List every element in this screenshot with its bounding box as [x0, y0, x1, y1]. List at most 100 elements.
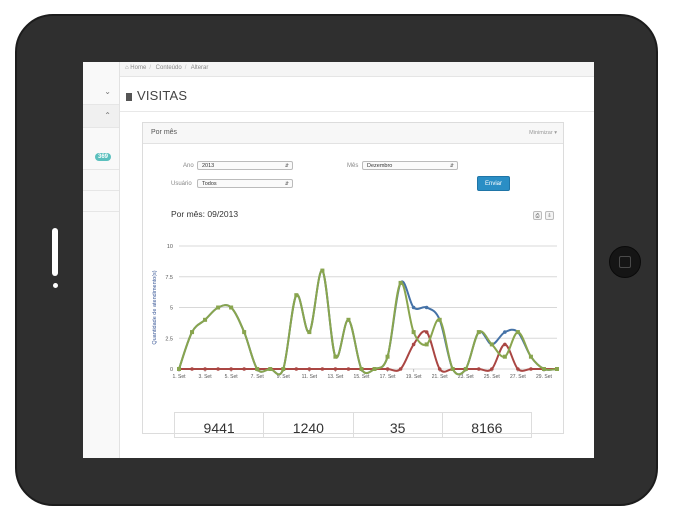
y-tick-label: 5 — [170, 306, 173, 312]
data-point — [489, 342, 494, 347]
data-point — [541, 367, 546, 371]
x-tick-label: 5. Set — [225, 374, 239, 380]
stat-value-4: 8166 — [471, 420, 503, 436]
data-point — [516, 367, 520, 371]
sidebar-item-4[interactable] — [83, 170, 119, 191]
sidebar-item-3[interactable]: 369 — [83, 147, 119, 170]
breadcrumb-conteudo[interactable]: Conteúdo — [156, 65, 182, 71]
side-sensor-icon — [53, 283, 58, 288]
data-point — [255, 367, 260, 371]
y-tick-label: 0 — [170, 367, 173, 373]
x-tick-label: 19. Set — [406, 374, 422, 380]
usuario-value: Todos — [202, 181, 217, 187]
data-point — [307, 367, 312, 371]
x-tick-label: 11. Set — [302, 374, 318, 380]
print-button[interactable]: ⎙ — [533, 211, 542, 220]
data-point — [411, 305, 416, 310]
sidebar-item-1[interactable]: ⌄ — [83, 78, 119, 105]
select-caret-icon: ⇵ — [284, 163, 289, 169]
report-panel: Por mês Minimizar ▾ Ano 2013 ⇵ Mês Dezemb… — [142, 122, 564, 438]
data-point — [190, 367, 194, 371]
data-point — [333, 354, 338, 359]
data-point — [463, 367, 468, 371]
home-square-icon — [619, 256, 631, 268]
side-speaker-icon — [52, 228, 58, 276]
data-point — [216, 305, 221, 310]
minimize-label: Minimizar — [529, 130, 553, 136]
minimize-link[interactable]: Minimizar ▾ — [529, 130, 557, 136]
x-tick-label: 17. Set — [380, 374, 396, 380]
x-tick-label: 27. Set — [510, 374, 526, 380]
mes-select[interactable]: Dezembro ⇵ — [362, 161, 458, 170]
usuario-select[interactable]: Todos ⇵ — [197, 179, 293, 188]
data-point — [177, 367, 181, 371]
data-point — [203, 367, 207, 371]
data-point — [529, 367, 533, 371]
sidebar-item-2[interactable]: ⌃ — [83, 105, 119, 128]
document-icon — [126, 93, 132, 101]
y-tick-label: 7.5 — [165, 275, 173, 281]
data-point — [294, 293, 299, 298]
screen: ⌄ ⌃ 369 ⌂ Home / Conteúdo / Alterar VISITA… — [83, 62, 594, 458]
data-point — [528, 354, 533, 359]
data-point — [320, 268, 325, 273]
ano-select[interactable]: 2013 ⇵ — [197, 161, 293, 170]
main-content: ⌂ Home / Conteúdo / Alterar VISITAS Por mê… — [120, 62, 594, 458]
data-point — [281, 367, 286, 371]
data-point — [307, 330, 312, 335]
x-tick-label: 21. Set — [432, 374, 448, 380]
mes-label: Mês — [347, 163, 359, 169]
data-point — [346, 317, 351, 322]
line-chart: 02.557.5101. Set 3. Set 5. Set 7. Set 9. Set… — [152, 244, 559, 380]
home-button[interactable] — [609, 246, 641, 278]
x-tick-label: 29. Set — [536, 374, 552, 380]
count-badge: 369 — [95, 153, 112, 161]
data-point — [203, 317, 208, 322]
data-point — [437, 317, 442, 322]
data-point — [398, 280, 403, 285]
data-point — [502, 354, 507, 359]
chevron-down-icon: ⌄ — [104, 87, 111, 96]
chevron-up-icon: ⌃ — [104, 111, 111, 120]
data-point — [190, 330, 195, 335]
series-line-3 — [178, 269, 558, 376]
data-point — [320, 367, 325, 371]
data-point — [476, 330, 481, 335]
data-point — [424, 330, 429, 334]
y-axis-label: Quantidade de atendimento(s) — [152, 270, 158, 344]
breadcrumb-alterar: Alterar — [190, 65, 209, 71]
data-point — [424, 305, 429, 310]
data-point — [555, 367, 559, 371]
select-caret-icon: ⇵ — [449, 163, 454, 169]
x-tick-label: 3. Set — [199, 374, 213, 380]
chart-title: Por mês: 09/2013 — [171, 209, 239, 219]
x-tick-label: 13. Set — [327, 374, 343, 380]
mes-value: Dezembro — [367, 163, 393, 169]
ano-value: 2013 — [202, 163, 215, 169]
data-point — [411, 342, 416, 347]
page-title-text: VISITAS — [137, 88, 188, 103]
data-point — [490, 367, 494, 371]
sidebar: ⌄ ⌃ 369 — [83, 62, 120, 458]
data-point — [229, 305, 234, 310]
data-point — [229, 367, 233, 371]
stat-value-1: 9441 — [175, 413, 265, 437]
breadcrumb-home[interactable]: Home — [130, 65, 146, 71]
x-tick-label: 15. Set — [354, 374, 370, 380]
data-point — [359, 367, 364, 371]
data-point — [437, 367, 442, 371]
data-point — [411, 330, 416, 335]
x-tick-label: 7. Set — [251, 374, 265, 380]
stats-row: 9441 1240 35 8166 — [174, 412, 532, 438]
download-button[interactable]: ⇩ — [545, 211, 554, 220]
data-point — [216, 367, 220, 371]
data-point — [515, 330, 520, 335]
enviar-button[interactable]: Enviar — [477, 176, 510, 191]
sidebar-item-5[interactable] — [83, 191, 119, 212]
page-title: VISITAS — [126, 88, 187, 103]
data-point — [346, 367, 351, 371]
data-point — [268, 367, 273, 371]
panel-header: Por mês Minimizar ▾ — [143, 123, 563, 144]
data-point — [503, 342, 507, 347]
data-point — [242, 330, 247, 335]
